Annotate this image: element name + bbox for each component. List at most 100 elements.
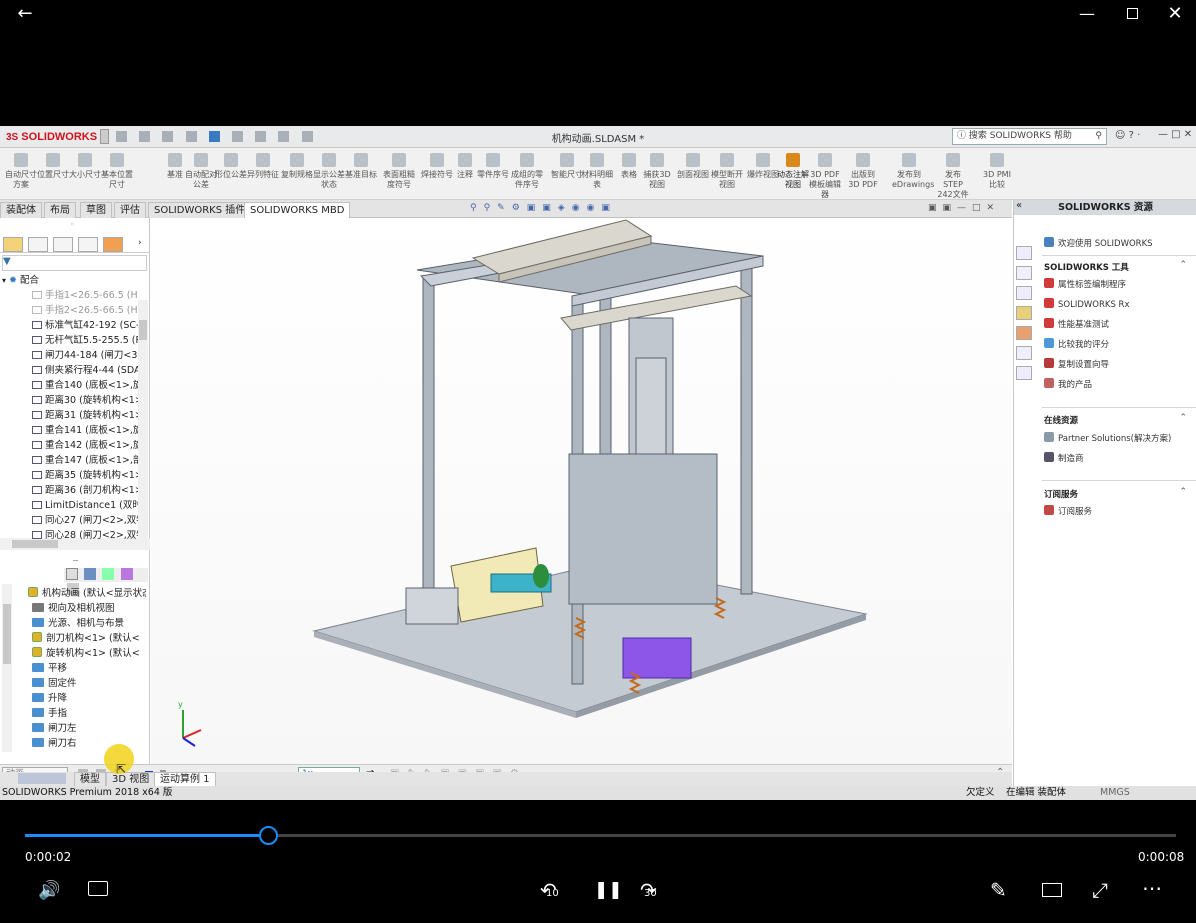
tool-link[interactable]: SOLIDWORKS Rx bbox=[1044, 298, 1129, 310]
mate-item[interactable]: 距离30 (旋转机构<1> bbox=[32, 393, 138, 408]
motion-tree-item[interactable]: 手指 bbox=[32, 706, 150, 721]
tool-link[interactable]: 我的产品 bbox=[1044, 378, 1092, 390]
mate-item[interactable]: 手指1<26.5-66.5 (HF bbox=[32, 288, 138, 303]
tab-evaluate[interactable]: 评估 bbox=[114, 202, 146, 218]
command-button[interactable]: 复制规格 bbox=[280, 151, 314, 197]
tool-link[interactable]: 比较我的评分 bbox=[1044, 338, 1109, 350]
motion-tree-item[interactable]: 旋转机构<1> (默认< bbox=[32, 646, 150, 661]
heads-up-view-toolbar[interactable]: ⚲⚲✎⚙▣▣◈◉◉▣ bbox=[470, 203, 690, 215]
config-manager-tab-icon[interactable] bbox=[53, 237, 73, 252]
command-button[interactable]: 模型断开视图 bbox=[710, 151, 744, 197]
mate-item[interactable]: 手指2<26.5-66.5 (HF bbox=[32, 303, 138, 318]
tab-motion-study[interactable]: 运动算例 1 bbox=[154, 772, 216, 786]
filter-icon[interactable] bbox=[66, 568, 78, 580]
close-icon[interactable]: ✕ bbox=[1164, 3, 1186, 25]
more-options-icon[interactable]: ⋯ bbox=[1142, 876, 1162, 900]
custom-properties-icon[interactable] bbox=[1016, 346, 1032, 360]
help-icons[interactable]: ☺ ? · bbox=[1115, 130, 1140, 141]
mini-view-icon[interactable] bbox=[1042, 883, 1062, 897]
chevron-up-icon[interactable]: ⌃ bbox=[1179, 260, 1187, 270]
filter-input[interactable]: ▼ bbox=[2, 255, 147, 271]
command-button[interactable]: 出版到3D PDF bbox=[846, 151, 880, 197]
view-palette-icon[interactable] bbox=[1016, 306, 1032, 320]
skip-back-icon[interactable]: ↶ 10 bbox=[540, 878, 559, 902]
motion-tree-item[interactable]: 固定件 bbox=[32, 676, 150, 691]
forum-icon[interactable] bbox=[1016, 366, 1032, 380]
command-button[interactable]: 发布到eDrawings bbox=[892, 151, 934, 197]
collapse-arrows-icon[interactable]: « bbox=[1016, 200, 1022, 211]
motion-tree-item[interactable]: 平移 bbox=[32, 661, 150, 676]
tool-link[interactable]: 性能基准测试 bbox=[1044, 318, 1109, 330]
command-button[interactable]: 3D PMI比较 bbox=[980, 151, 1014, 197]
driving-icon[interactable] bbox=[102, 568, 115, 580]
online-link[interactable]: Partner Solutions(解决方案) bbox=[1044, 432, 1171, 444]
tab-sketch[interactable]: 草图 bbox=[80, 202, 112, 218]
mate-item[interactable]: 距离36 (剖刀机构<1> bbox=[32, 483, 138, 498]
dim-xpert-tab-icon[interactable] bbox=[78, 237, 98, 252]
mate-item[interactable]: 重合141 (底板<1>,旋 bbox=[32, 423, 138, 438]
command-button[interactable]: 动态注解视图 bbox=[776, 151, 810, 197]
command-button[interactable]: 基准目标 bbox=[344, 151, 378, 197]
splitter[interactable] bbox=[0, 554, 150, 568]
back-arrow-icon[interactable]: ← bbox=[14, 3, 36, 25]
mate-item[interactable]: 同心28 (闸刀<2>,双特 bbox=[32, 528, 138, 543]
pause-icon[interactable]: ❚❚ bbox=[594, 880, 623, 900]
seek-thumb[interactable] bbox=[258, 826, 278, 845]
command-button[interactable]: 发布STEP 242文件 bbox=[936, 151, 970, 199]
display-manager-tab-icon[interactable] bbox=[103, 237, 123, 252]
mate-item[interactable]: 闸刀44-184 (闸刀<3> bbox=[32, 348, 138, 363]
motion-tree-item[interactable]: 闸刀左 bbox=[32, 721, 150, 736]
search-icon[interactable]: ⚲ bbox=[1095, 129, 1106, 144]
tree-scrollbar[interactable] bbox=[138, 300, 148, 550]
command-button[interactable]: 表面粗糙度符号 bbox=[382, 151, 416, 197]
viewport-controls[interactable]: ▣▣—□✕ bbox=[928, 203, 1000, 213]
chevron-up-icon[interactable]: ⌃ bbox=[1179, 413, 1187, 423]
animated-icon[interactable] bbox=[84, 568, 97, 580]
mate-item[interactable]: 同心27 (闸刀<2>,双特 bbox=[32, 513, 138, 528]
mate-item[interactable]: 侧夹紧行程4-44 (SDA bbox=[32, 363, 138, 378]
appearances-icon[interactable] bbox=[1016, 326, 1032, 340]
seek-bar[interactable] bbox=[25, 826, 1176, 845]
tool-link[interactable]: 属性标签编制程序 bbox=[1044, 278, 1126, 290]
subtitles-icon[interactable] bbox=[88, 881, 108, 896]
motion-tree-item[interactable]: 升降 bbox=[32, 691, 150, 706]
command-button[interactable]: 显示公差状态 bbox=[312, 151, 346, 197]
command-button[interactable]: 零件序号 bbox=[476, 151, 510, 197]
chevron-up-icon[interactable]: ⌃ bbox=[1179, 487, 1187, 497]
fullscreen-icon[interactable]: ⤢ bbox=[1092, 878, 1108, 902]
property-manager-tab-icon[interactable] bbox=[28, 237, 48, 252]
design-library-icon[interactable] bbox=[1016, 266, 1032, 280]
edit-pen-icon[interactable]: ✎ bbox=[990, 878, 1007, 902]
online-link[interactable]: 制造商 bbox=[1044, 452, 1084, 464]
motion-tree-item[interactable]: 闸刀右 bbox=[32, 736, 150, 751]
command-button[interactable]: 3D PDF模板编辑器 bbox=[808, 151, 842, 199]
file-explorer-icon[interactable] bbox=[1016, 286, 1032, 300]
skip-forward-icon[interactable]: ↷ 30 bbox=[640, 878, 657, 902]
tab-mbd[interactable]: SOLIDWORKS MBD bbox=[244, 202, 351, 218]
command-button[interactable]: 自动尺寸方案 bbox=[4, 151, 38, 197]
command-button[interactable]: 形位公差 bbox=[214, 151, 248, 197]
command-button[interactable]: 材料明细表 bbox=[580, 151, 614, 197]
mate-item[interactable]: 重合147 (底板<1>,剖 bbox=[32, 453, 138, 468]
motion-tree-item[interactable]: 视向及相机视图 bbox=[32, 601, 150, 616]
help-search-input[interactable]: ⓘ 搜索 SOLIDWORKS 帮助 ⚲ bbox=[952, 128, 1107, 145]
mates-folder[interactable]: ▾ ✹ 配合 bbox=[2, 273, 142, 288]
subscription-link[interactable]: 订阅服务 bbox=[1044, 505, 1092, 517]
tab-scroll-arrows[interactable] bbox=[18, 773, 66, 784]
mate-item[interactable]: LimitDistance1 (双时 bbox=[32, 498, 138, 513]
mate-item[interactable]: 无杆气缸5.5-255.5 (R bbox=[32, 333, 138, 348]
tab-assembly[interactable]: 装配体 bbox=[0, 202, 42, 218]
command-button[interactable]: 剖面视图 bbox=[676, 151, 710, 197]
tab-3d-view[interactable]: 3D 视图 bbox=[106, 772, 156, 786]
home-icon[interactable] bbox=[1016, 246, 1032, 260]
command-button[interactable]: 异列特征 bbox=[246, 151, 280, 197]
chevron-right-icon[interactable]: › bbox=[138, 238, 142, 248]
command-button[interactable]: 大小尺寸 bbox=[68, 151, 102, 197]
command-button[interactable]: 自动配对公差 bbox=[184, 151, 218, 197]
tab-model[interactable]: 模型 bbox=[74, 772, 106, 786]
mate-item[interactable]: 重合140 (底板<1>,旋 bbox=[32, 378, 138, 393]
command-button[interactable]: 捕获3D视图 bbox=[640, 151, 674, 197]
feature-tree-tab-icon[interactable] bbox=[3, 237, 23, 252]
maximize-icon[interactable] bbox=[1121, 3, 1143, 25]
motion-tree-item[interactable]: 剖刀机构<1> (默认< bbox=[32, 631, 150, 646]
